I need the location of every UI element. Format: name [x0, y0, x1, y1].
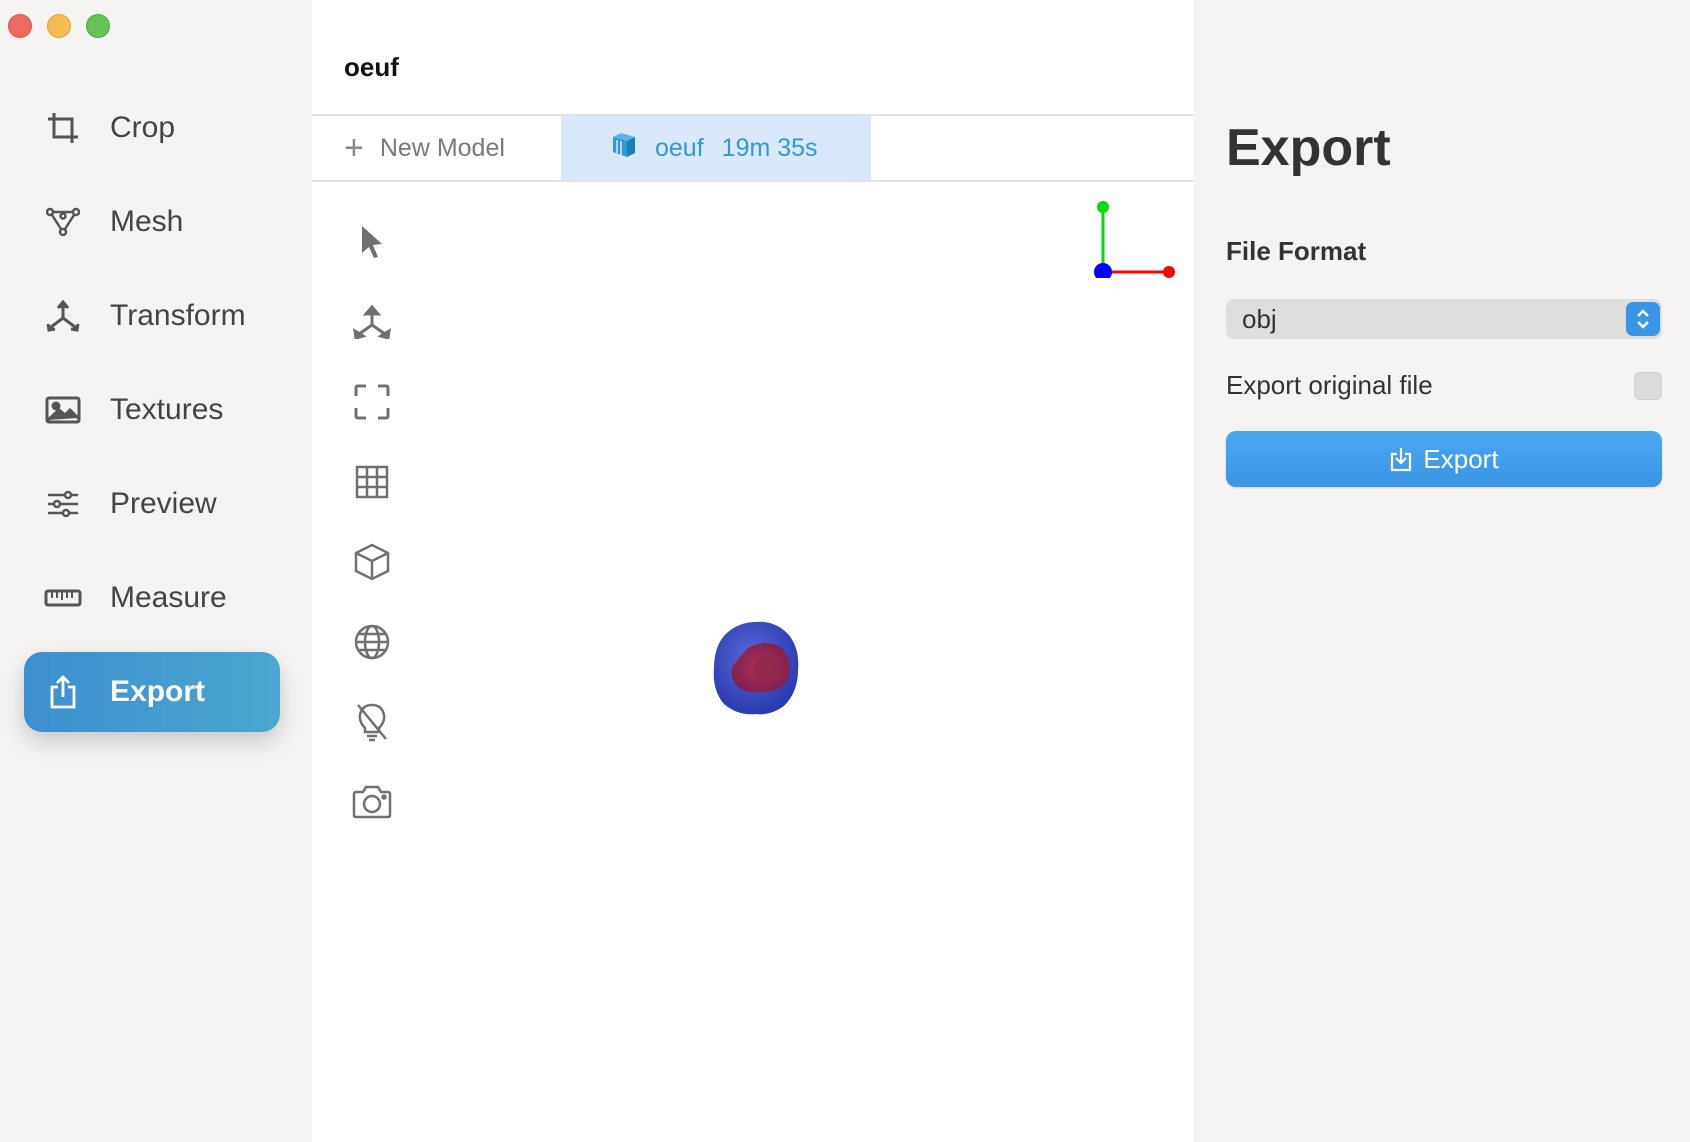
crop-icon [44, 109, 82, 147]
tab-label: oeuf [655, 133, 704, 162]
file-format-select[interactable]: obj [1226, 299, 1662, 339]
export-original-checkbox[interactable] [1634, 372, 1662, 400]
axis-gizmo [1090, 198, 1210, 283]
sidebar-item-export[interactable]: Export [24, 652, 280, 732]
file-format-value: obj [1242, 303, 1277, 334]
panel-title: Export [1226, 119, 1391, 177]
export-original-label: Export original file [1226, 370, 1433, 400]
window-controls [8, 14, 110, 38]
tab-elapsed-time: 19m 35s [721, 133, 818, 162]
frame-tool-button[interactable] [348, 380, 396, 428]
3d-model-preview[interactable] [708, 618, 804, 723]
sidebar: Crop Mesh Transform Textures Preview Mea… [0, 0, 312, 1142]
sliders-icon [44, 485, 82, 523]
updown-chevron-icon [1626, 302, 1660, 336]
sidebar-item-label: Transform [110, 299, 246, 332]
sidebar-nav: Crop Mesh Transform Textures Preview Mea… [24, 88, 280, 746]
camera-tool-button[interactable] [348, 780, 396, 828]
transform-tool-icon [353, 304, 391, 344]
light-off-icon [355, 702, 389, 747]
sidebar-item-label: Textures [110, 393, 224, 426]
cube-tool-button[interactable] [348, 540, 396, 588]
sidebar-item-label: Measure [110, 581, 227, 614]
model-tabs: + New Model oeuf 19m 35s [312, 114, 1194, 182]
page-title: oeuf [344, 52, 399, 82]
grid-icon [355, 465, 389, 504]
sidebar-item-label: Crop [110, 111, 176, 144]
mesh-icon [44, 203, 82, 241]
plus-icon: + [344, 128, 364, 167]
main-area: oeuf + New Model oeuf 19m 35s [312, 0, 1194, 1142]
ruler-icon [44, 579, 82, 617]
cube-icon [354, 543, 390, 586]
model-cube-icon [611, 131, 637, 166]
transform-icon [44, 297, 82, 335]
camera-icon [351, 785, 393, 824]
sidebar-item-label: Export [110, 675, 206, 708]
frame-icon [354, 384, 390, 425]
export-panel: Export File Format obj Export original f… [1194, 0, 1690, 1142]
close-window-button[interactable] [8, 14, 32, 38]
export-button[interactable]: Export [1226, 431, 1662, 487]
file-format-label: File Format [1226, 236, 1367, 266]
sidebar-item-label: Mesh [110, 205, 184, 238]
download-icon [1389, 446, 1413, 472]
tab-new-model[interactable]: + New Model [344, 116, 505, 180]
share-icon [44, 673, 82, 711]
pointer-icon [359, 224, 385, 265]
sidebar-item-label: Preview [110, 487, 217, 520]
sidebar-item-measure[interactable]: Measure [24, 558, 280, 638]
globe-tool-button[interactable] [348, 620, 396, 668]
sidebar-item-preview[interactable]: Preview [24, 464, 280, 544]
lighting-tool-button[interactable] [348, 700, 396, 748]
image-icon [44, 391, 82, 429]
tab-label: New Model [379, 133, 505, 162]
zoom-window-button[interactable] [86, 14, 110, 38]
sidebar-item-crop[interactable]: Crop [24, 88, 280, 168]
sidebar-item-mesh[interactable]: Mesh [24, 182, 280, 262]
sidebar-item-textures[interactable]: Textures [24, 370, 280, 450]
sidebar-item-transform[interactable]: Transform [24, 276, 280, 356]
transform-tool-button[interactable] [348, 300, 396, 348]
select-tool-button[interactable] [348, 220, 396, 268]
globe-icon [354, 624, 390, 665]
minimize-window-button[interactable] [47, 14, 71, 38]
grid-tool-button[interactable] [348, 460, 396, 508]
export-button-label: Export [1423, 443, 1499, 474]
viewport-toolbar [348, 220, 398, 860]
tab-model-oeuf[interactable]: oeuf 19m 35s [561, 116, 871, 180]
